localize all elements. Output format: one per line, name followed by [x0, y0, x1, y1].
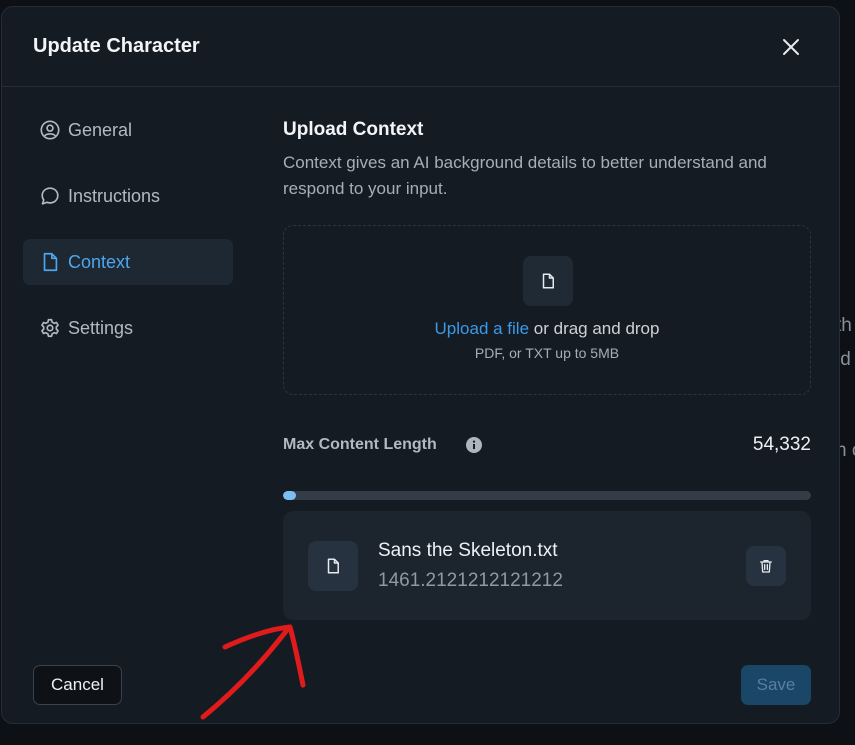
trash-icon: [760, 560, 772, 573]
update-character-dialog: Update Character General Instructions Co…: [1, 6, 840, 724]
sidebar-item-label: General: [68, 119, 133, 140]
sidebar-item-context[interactable]: Context: [23, 239, 233, 285]
dropzone-icon-box: [523, 256, 573, 306]
uploaded-file-card: Sans the Skeleton.txt 1461.2121212121212: [283, 511, 811, 620]
chat-bubble-icon: [39, 185, 61, 207]
document-icon: [542, 273, 554, 289]
max-length-row: Max Content Length 54,332: [283, 433, 811, 459]
sidebar-item-settings[interactable]: Settings: [23, 305, 233, 351]
sidebar-item-general[interactable]: General: [23, 107, 233, 153]
close-icon: [783, 39, 799, 55]
content-length-progress: [283, 491, 811, 500]
file-dropzone[interactable]: Upload a file or drag and drop PDF, or T…: [283, 225, 811, 395]
file-name: Sans the Skeleton.txt: [378, 540, 558, 561]
dialog-header: Update Character: [2, 7, 839, 87]
dialog-title: Update Character: [33, 35, 200, 57]
drag-drop-text: or drag and drop: [529, 319, 660, 338]
file-size: 1461.2121212121212: [378, 570, 563, 591]
file-icon-box: [308, 541, 358, 591]
gear-icon: [39, 317, 61, 339]
sidebar-nav: General Instructions Context Settings: [23, 107, 233, 371]
document-icon: [327, 558, 339, 574]
sidebar-item-label: Settings: [68, 317, 134, 338]
dropzone-prompt: Upload a file or drag and drop: [284, 319, 810, 339]
close-button[interactable]: [779, 35, 803, 59]
max-length-label: Max Content Length: [283, 436, 437, 453]
max-length-value: 54,332: [752, 434, 811, 455]
save-button[interactable]: Save: [741, 665, 811, 705]
cancel-button[interactable]: Cancel: [33, 665, 122, 705]
section-title: Upload Context: [283, 119, 424, 140]
sidebar-item-label: Context: [68, 251, 131, 272]
progress-fill: [283, 491, 297, 500]
upload-file-link[interactable]: Upload a file: [435, 319, 530, 338]
context-panel: Upload Context Context gives an AI backg…: [283, 119, 811, 620]
dropzone-hint: PDF, or TXT up to 5MB: [474, 345, 620, 361]
sidebar-item-instructions[interactable]: Instructions: [23, 173, 233, 219]
sidebar-item-label: Instructions: [68, 185, 161, 206]
document-icon: [39, 251, 61, 273]
info-icon[interactable]: [466, 437, 482, 453]
delete-file-button[interactable]: [746, 546, 786, 586]
section-description: Context gives an AI background details t…: [283, 153, 767, 198]
user-circle-icon: [39, 119, 61, 141]
